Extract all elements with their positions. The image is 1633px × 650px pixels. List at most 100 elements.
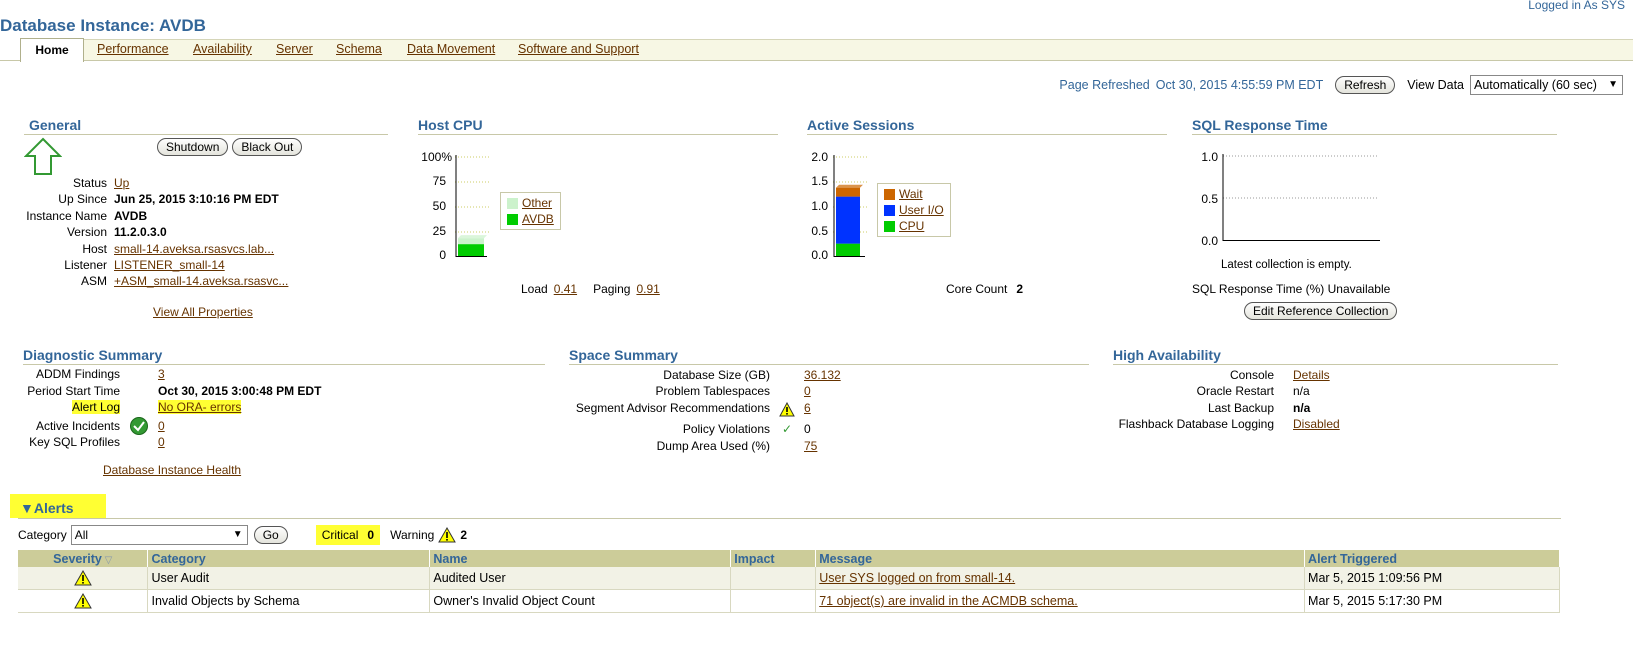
policy-violations-label: Policy Violations [682, 422, 770, 437]
load-label: Load [521, 282, 548, 296]
logged-in-text: Logged in As SYS [1528, 0, 1625, 12]
sessions-tick: 1.0 [811, 199, 828, 213]
addm-link[interactable]: 3 [158, 367, 165, 381]
diagnostic-properties: ADDM Findings 3 Period Start Time Oct 30… [0, 367, 400, 449]
paging-label: Paging [593, 282, 631, 296]
listener-link[interactable]: LISTENER_small-14 [114, 258, 225, 272]
alerts-filter: Category All ▼ Go Critical 0 Warning 2 [18, 524, 467, 546]
category-value: All [74, 528, 89, 542]
sql-unavailable: SQL Response Time (%) Unavailable [1192, 282, 1391, 296]
critical-count: Critical 0 [315, 525, 381, 545]
view-all-properties-link[interactable]: View All Properties [153, 305, 253, 319]
sessions-tick: 2.0 [811, 150, 828, 164]
general-divider [24, 134, 388, 135]
addm-label: ADDM Findings [35, 367, 120, 381]
flashback-label: Flashback Database Logging [1118, 417, 1274, 432]
tab-schema[interactable]: Schema [336, 42, 382, 56]
active-incidents-link[interactable]: 0 [158, 419, 165, 433]
page-refreshed-time: Oct 30, 2015 4:55:59 PM EDT [1155, 78, 1324, 92]
active-sessions-divider [807, 134, 1167, 135]
key-sql-label: Key SQL Profiles [29, 435, 120, 449]
shutdown-button[interactable]: Shutdown [157, 138, 229, 156]
col-name: Name [429, 550, 732, 567]
dump-area-link[interactable]: 75 [804, 439, 817, 453]
tab-performance[interactable]: Performance [97, 42, 169, 56]
alerts-table-wrap: Severity ▽ Category Name Impact Message … [18, 550, 1560, 613]
edit-reference-collection-button[interactable]: Edit Reference Collection [1244, 302, 1398, 320]
col-impact: Impact [730, 550, 817, 567]
category-label: Category [18, 528, 67, 542]
active-incidents-label: Active Incidents [35, 418, 120, 433]
go-button[interactable]: Go [253, 526, 288, 544]
core-count-label: Core Count [946, 282, 1008, 296]
tab-data-movement[interactable]: Data Movement [407, 42, 495, 56]
sql-tick: 1.0 [1201, 150, 1218, 164]
legend-user-io-link[interactable]: User I/O [899, 203, 944, 217]
oracle-restart-label: Oracle Restart [1196, 384, 1274, 399]
refresh-button[interactable]: Refresh [1335, 76, 1396, 94]
database-instance-health-link[interactable]: Database Instance Health [103, 463, 241, 477]
legend-avdb-link[interactable]: AVDB [522, 212, 554, 226]
up-since-label: Up Since [58, 192, 107, 207]
warning-icon [73, 569, 92, 586]
bar-other [458, 238, 484, 245]
alerts-toggle[interactable]: ▼Alerts [20, 500, 74, 516]
asm-link[interactable]: +ASM_small-14.aveksa.rsasvc... [114, 274, 288, 288]
warning-icon [73, 592, 92, 609]
row-message-link[interactable]: User SYS logged on from small-14. [819, 571, 1015, 585]
load-paging: Load 0.41 Paging 0.91 [521, 282, 660, 296]
alerts-heading: Alerts [33, 500, 74, 516]
problem-tablespaces-link[interactable]: 0 [804, 384, 811, 398]
space-divider [569, 364, 1089, 365]
sql-tick: 0.0 [1201, 234, 1218, 248]
db-size-link[interactable]: 36.132 [804, 368, 841, 382]
tab-software-support[interactable]: Software and Support [518, 42, 639, 56]
warning-icon [779, 401, 795, 417]
tab-home[interactable]: Home [20, 38, 84, 62]
row-triggered: Mar 5, 2015 5:17:30 PM [1304, 589, 1560, 613]
col-message: Message [815, 550, 1306, 567]
checkmark-icon: ✓ [781, 422, 793, 437]
col-category: Category [147, 550, 431, 567]
sql-response-divider [1192, 134, 1557, 135]
tab-server[interactable]: Server [276, 42, 313, 56]
paging-link[interactable]: 0.91 [636, 282, 659, 296]
legend-other-link[interactable]: Other [522, 196, 552, 210]
tab-availability[interactable]: Availability [193, 42, 252, 56]
warning-label: Warning [390, 528, 435, 542]
problem-tablespaces-label: Problem Tablespaces [655, 384, 770, 399]
sql-empty-msg: Latest collection is empty. [1221, 259, 1352, 271]
row-message-link[interactable]: 71 object(s) are invalid in the ACMDB sc… [819, 594, 1077, 608]
legend-cpu-link[interactable]: CPU [899, 219, 924, 233]
blackout-button[interactable]: Black Out [232, 138, 303, 156]
core-count-value: 2 [1016, 282, 1024, 296]
period-start-value: Oct 30, 2015 3:00:48 PM EDT [158, 383, 322, 398]
space-heading: Space Summary [569, 347, 678, 363]
up-since-value: Jun 25, 2015 3:10:16 PM EDT [114, 192, 279, 207]
alerts-divider [18, 518, 1561, 519]
table-row: User Audit Audited User User SYS logged … [18, 567, 1560, 590]
row-triggered: Mar 5, 2015 1:09:56 PM [1304, 567, 1560, 590]
db-size-label: Database Size (GB) [663, 368, 770, 382]
critical-value: 0 [367, 528, 375, 542]
host-link[interactable]: small-14.aveksa.rsasvcs.lab... [114, 242, 274, 256]
segment-advisor-link[interactable]: 6 [804, 401, 811, 415]
legend-wait-link[interactable]: Wait [899, 187, 923, 201]
col-severity[interactable]: Severity ▽ [18, 550, 149, 567]
status-link[interactable]: Up [114, 176, 129, 190]
alert-log-label: Alert Log [71, 400, 120, 414]
key-sql-link[interactable]: 0 [158, 435, 165, 449]
space-properties: Database Size (GB) 36.132 Problem Tables… [550, 368, 970, 453]
general-heading: General [29, 117, 82, 133]
load-link[interactable]: 0.41 [554, 282, 577, 296]
flashback-link[interactable]: Disabled [1293, 417, 1340, 431]
view-data-select[interactable]: Automatically (60 sec) ▼ [1470, 75, 1623, 95]
tab-bar [84, 39, 1633, 61]
host-cpu-tick: 50 [432, 199, 446, 213]
alert-log-link[interactable]: No ORA- errors [158, 400, 241, 414]
view-data-label: View Data [1407, 78, 1464, 92]
bar-cap [458, 235, 487, 239]
category-select[interactable]: All ▼ [70, 525, 248, 545]
legend-swatch-user-io [884, 204, 895, 216]
console-details-link[interactable]: Details [1293, 368, 1330, 382]
